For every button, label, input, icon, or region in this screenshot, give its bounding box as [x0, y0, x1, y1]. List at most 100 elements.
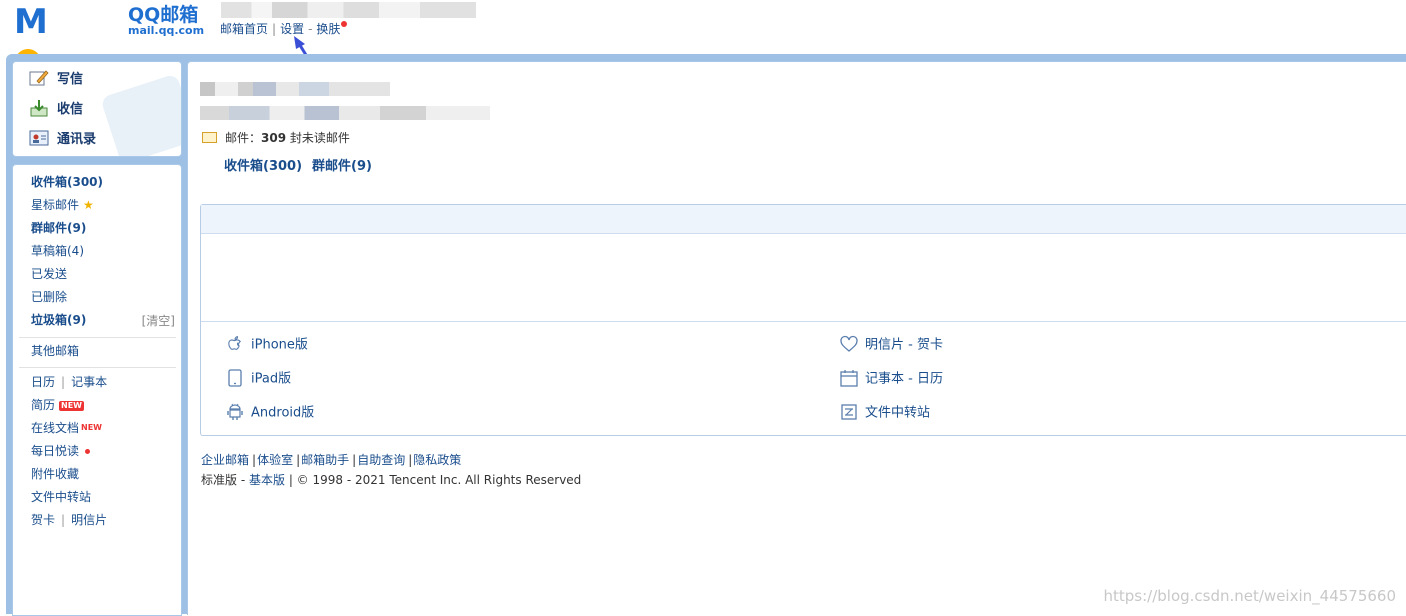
apple-icon	[228, 336, 241, 350]
calendar-notebook-row: 日历 | 记事本	[31, 374, 107, 390]
separator: |	[61, 375, 66, 389]
penguin-decoration-icon	[100, 73, 181, 156]
account-name-redacted	[221, 2, 476, 18]
header: Mil QQ邮箱 mail.qq.com 邮箱首页|设置-换肤	[0, 0, 1406, 122]
notes-app-link[interactable]: 记事本 - 日历	[839, 369, 943, 390]
separator: -	[308, 22, 313, 36]
greeting-card-link[interactable]: 贺卡	[31, 513, 55, 527]
cards-app-link[interactable]: 明信片 - 贺卡	[839, 335, 943, 356]
unread-summary: 邮件：309 封未读邮件	[202, 129, 350, 146]
compose-button[interactable]: 写信	[29, 68, 83, 92]
home-link[interactable]: 邮箱首页	[220, 22, 268, 36]
apps-card: iPhone版 iPad版 Android版 明信片 - 贺卡 记事本 - 日历…	[200, 204, 1406, 436]
separator: |	[296, 453, 301, 467]
sidebar-item-drafts[interactable]: 草稿箱(4)	[31, 243, 84, 259]
notebook-link[interactable]: 记事本	[71, 375, 107, 389]
iphone-app-link[interactable]: iPhone版	[225, 335, 308, 356]
starred-label: 星标邮件	[31, 198, 80, 212]
footer-link-privacy[interactable]: 隐私政策	[413, 453, 461, 467]
footer-link-assistant[interactable]: 邮箱助手	[301, 453, 349, 467]
unread-count: 309	[261, 131, 287, 145]
docs-label: 在线文档	[31, 421, 80, 435]
transfer-label: 文件中转站	[865, 405, 931, 421]
sidebar-item-docs[interactable]: 在线文档 NEW	[31, 420, 102, 436]
top-links: 邮箱首页 | 设置 - 换肤	[220, 20, 348, 37]
unread-prefix: 邮件：	[225, 131, 262, 145]
separator: -	[237, 473, 249, 487]
footer-link-enterprise[interactable]: 企业邮箱	[201, 453, 249, 467]
watermark: https://blog.csdn.net/weixin_44575660	[1103, 587, 1396, 605]
sidebar-item-inbox[interactable]: 收件箱(300)	[31, 174, 103, 190]
basic-version-link[interactable]: 基本版	[249, 473, 285, 487]
iphone-label: iPhone版	[251, 337, 308, 353]
separator: |	[408, 453, 413, 467]
divider	[201, 321, 1406, 322]
inbox-download-icon	[30, 99, 48, 116]
sidebar-item-starred[interactable]: 星标邮件 ★	[31, 197, 94, 213]
ipad-label: iPad版	[251, 371, 292, 387]
calendar-link[interactable]: 日历	[31, 375, 55, 389]
sidebar-item-sent[interactable]: 已发送	[31, 266, 67, 282]
tablet-icon	[228, 369, 242, 387]
brand-domain: mail.qq.com	[128, 24, 205, 37]
resume-label: 简历	[31, 398, 56, 412]
separator: |	[61, 513, 66, 527]
copyright: | © 1998 - 2021 Tencent Inc. All Rights …	[285, 473, 582, 487]
star-icon: ★	[83, 198, 94, 212]
footer-version: 标准版 - 基本版 | © 1998 - 2021 Tencent Inc. A…	[201, 471, 581, 488]
sidebar-item-other[interactable]: 其他邮箱	[31, 343, 79, 359]
settings-link[interactable]: 设置	[280, 22, 304, 36]
notes-label: 记事本 - 日历	[865, 371, 943, 387]
folder-shortcuts: 收件箱(300) 群邮件(9)	[224, 155, 382, 174]
sidebar-item-transfer[interactable]: 文件中转站	[31, 489, 91, 505]
notification-dot	[85, 449, 91, 454]
address-book-icon	[29, 130, 49, 145]
sidebar-item-spam[interactable]: 垃圾箱(9)	[31, 312, 86, 328]
android-app-link[interactable]: Android版	[225, 403, 314, 424]
cards-label: 明信片 - 贺卡	[865, 337, 943, 353]
folder-sidebar: 收件箱(300) 星标邮件 ★ 群邮件(9) 草稿箱(4) 已发送 已删除 垃圾箱…	[12, 164, 182, 616]
postcard-link[interactable]: 明信片	[71, 513, 107, 527]
contacts-button[interactable]: 通讯录	[29, 128, 96, 152]
quick-actions-panel: 写信 收信 通讯录	[12, 61, 182, 157]
standard-version-label: 标准版	[201, 473, 238, 487]
card-header	[201, 205, 1406, 234]
sidebar-item-attachments[interactable]: 附件收藏	[31, 466, 79, 482]
calendar-icon	[840, 370, 858, 387]
file-transfer-icon	[841, 404, 857, 420]
new-badge: NEW	[59, 400, 84, 411]
card-postcard-row: 贺卡 | 明信片	[31, 512, 107, 528]
group-shortcut[interactable]: 群邮件(9)	[312, 159, 372, 174]
divider	[19, 367, 176, 368]
compose-label: 写信	[57, 72, 84, 87]
sidebar-item-deleted[interactable]: 已删除	[31, 289, 67, 305]
ipad-app-link[interactable]: iPad版	[225, 369, 291, 390]
sidebar-item-daily[interactable]: 每日悦读	[31, 443, 91, 459]
unread-suffix: 封未读邮件	[289, 131, 350, 145]
contacts-label: 通讯录	[57, 132, 97, 147]
android-icon	[227, 403, 243, 420]
skin-link[interactable]: 换肤	[316, 22, 340, 36]
heart-icon	[840, 335, 858, 352]
footer-links: 企业邮箱 |体验室 |邮箱助手 |自助查询 |隐私政策	[201, 451, 461, 468]
footer-link-lab[interactable]: 体验室	[257, 453, 293, 467]
footer-link-selfhelp[interactable]: 自助查询	[357, 453, 405, 467]
inbox-shortcut[interactable]: 收件箱(300)	[224, 159, 302, 174]
receive-button[interactable]: 收信	[29, 98, 83, 122]
envelope-icon	[202, 132, 217, 143]
separator: |	[272, 22, 277, 36]
greeting-redacted	[200, 82, 390, 96]
clear-spam-link[interactable]: [清空]	[142, 312, 175, 329]
daily-label: 每日悦读	[31, 444, 80, 458]
main-panel: 邮件：309 封未读邮件 收件箱(300) 群邮件(9) iPhone版 iPad…	[187, 61, 1406, 615]
separator: |	[352, 453, 357, 467]
receive-label: 收信	[57, 102, 84, 117]
sidebar-item-group[interactable]: 群邮件(9)	[31, 220, 86, 236]
new-badge: NEW	[81, 423, 102, 432]
notification-dot	[341, 21, 348, 27]
separator: |	[252, 453, 257, 467]
transfer-app-link[interactable]: 文件中转站	[839, 403, 930, 424]
sidebar-item-resume[interactable]: 简历 NEW	[31, 397, 84, 413]
pencil-icon	[29, 69, 49, 85]
account-info-redacted	[200, 106, 490, 120]
